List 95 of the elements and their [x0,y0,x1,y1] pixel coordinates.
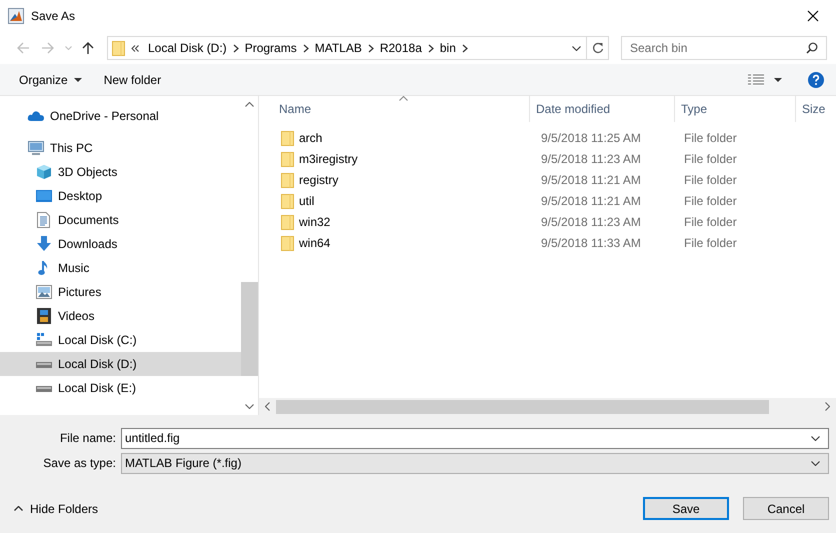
chevron-up-icon[interactable] [14,506,23,511]
up-arrow-icon[interactable] [82,41,94,55]
nav-item[interactable]: Videos [0,304,241,328]
date-cell-text: 9/5/2018 11:23 AM [540,152,642,166]
scroll-up-icon[interactable] [245,102,254,107]
folder-icon [112,40,125,56]
file-name[interactable]: win32 [299,214,330,228]
scroll-down-icon[interactable] [245,404,254,409]
file-name[interactable]: util [299,194,314,208]
nav-item[interactable]: This PC [0,136,241,160]
type-cell-text: File folder [683,152,737,166]
search-icon[interactable] [806,42,818,54]
music-note-icon [38,260,50,276]
view-options-button[interactable] [748,74,782,86]
cloud-icon [26,110,44,122]
organize-button[interactable]: Organize [8,66,93,92]
date-cell-text: 9/5/2018 11:33 AM [540,236,642,250]
film-icon [36,308,50,324]
drive-icon [36,333,52,347]
document-icon [37,212,50,228]
breadcrumb[interactable]: MATLAB [308,41,368,55]
app-icon [8,8,24,24]
date-cell-text: 9/5/2018 11:25 AM [540,130,642,144]
help-icon[interactable] [808,72,824,88]
picture-icon [36,285,52,299]
file-name-field[interactable]: untitled.fig [121,428,829,448]
folder-icon [281,130,294,146]
type-cell-text: File folder [683,130,737,144]
folder-icon [281,234,294,250]
search-field[interactable]: Search bin [621,36,827,60]
close-icon[interactable] [807,10,819,22]
column-header[interactable]: Name [259,96,530,122]
column-header[interactable]: Type [675,96,796,122]
dropdown-caret-icon[interactable] [811,436,820,440]
scroll-right-icon[interactable] [825,402,830,411]
computer-icon [28,140,44,156]
caret-icon[interactable] [774,78,782,82]
file-name[interactable]: registry [299,172,338,186]
desktop-icon [36,189,52,203]
dropdown-caret-icon[interactable] [811,460,820,466]
refresh-icon[interactable] [592,42,604,54]
nav-item[interactable]: 3D Objects [0,160,241,184]
nav-item[interactable]: Pictures [0,280,241,304]
chevron-right-icon[interactable] [232,44,239,52]
address-bar[interactable]: Local Disk (D:) Programs MATLAB R2018a bin [107,36,609,60]
date-cell-text: 9/5/2018 11:23 AM [540,214,642,228]
hide-folders-button[interactable]: Hide Folders [14,502,98,516]
double-chevron-icon[interactable] [131,44,139,52]
down-arrow-icon [36,236,52,252]
sort-caret-icon [399,96,408,101]
dropdown-caret-icon[interactable] [572,46,580,50]
breadcrumb[interactable]: Programs [238,41,303,55]
file-name[interactable]: arch [299,130,322,144]
drive-icon [36,360,52,368]
nav-item[interactable]: Local Disk (E:) [0,376,241,400]
field-label: File name: [58,431,117,445]
breadcrumb[interactable]: R2018a [374,41,428,55]
nav-item[interactable]: Local Disk (C:) [0,328,241,352]
nav-item[interactable]: OneDrive - Personal [0,104,241,128]
nav-item[interactable]: Music [0,256,241,280]
chevron-right-icon[interactable] [368,44,374,52]
type-cell-text: File folder [683,194,737,208]
column-header[interactable]: Date modified [530,96,675,122]
type-cell-text: File folder [683,236,737,250]
dialog-button[interactable]: Save [643,497,729,520]
window-title: Save As [31,9,76,23]
horizontal-scrollbar[interactable] [259,398,836,415]
type-cell-text: File folder [683,172,737,186]
file-type-dropdown[interactable]: MATLAB Figure (*.fig) [121,452,829,474]
nav-item[interactable]: Local Disk (D:) [0,352,241,376]
type-cell-text: File folder [683,214,737,228]
nav-item[interactable]: Downloads [0,232,241,256]
breadcrumb[interactable]: bin [434,41,462,55]
chevron-right-icon[interactable] [462,44,468,52]
dialog-button[interactable]: Cancel [743,497,829,520]
new-folder-button[interactable]: New folder [92,66,172,92]
date-cell-text: 9/5/2018 11:21 AM [540,172,642,186]
folder-icon [281,172,294,188]
folder-icon [281,192,294,208]
nav-item[interactable]: Desktop [0,184,241,208]
date-cell-text: 9/5/2018 11:21 AM [540,194,642,208]
breadcrumb[interactable]: Local Disk (D:) [142,41,233,55]
caret-icon[interactable] [74,78,82,82]
field-label: Save as type: [42,456,117,470]
nav-item[interactable]: Documents [0,208,241,232]
chevron-right-icon[interactable] [428,44,434,52]
chevron-right-icon[interactable] [302,44,309,52]
cube-icon [36,164,52,180]
scroll-left-icon[interactable] [265,402,270,411]
folder-icon [281,214,294,230]
drive-icon [36,384,52,392]
file-name[interactable]: win64 [299,236,330,250]
folder-icon [281,150,294,166]
column-header[interactable]: Size [796,96,836,122]
file-name[interactable]: m3iregistry [299,152,358,166]
